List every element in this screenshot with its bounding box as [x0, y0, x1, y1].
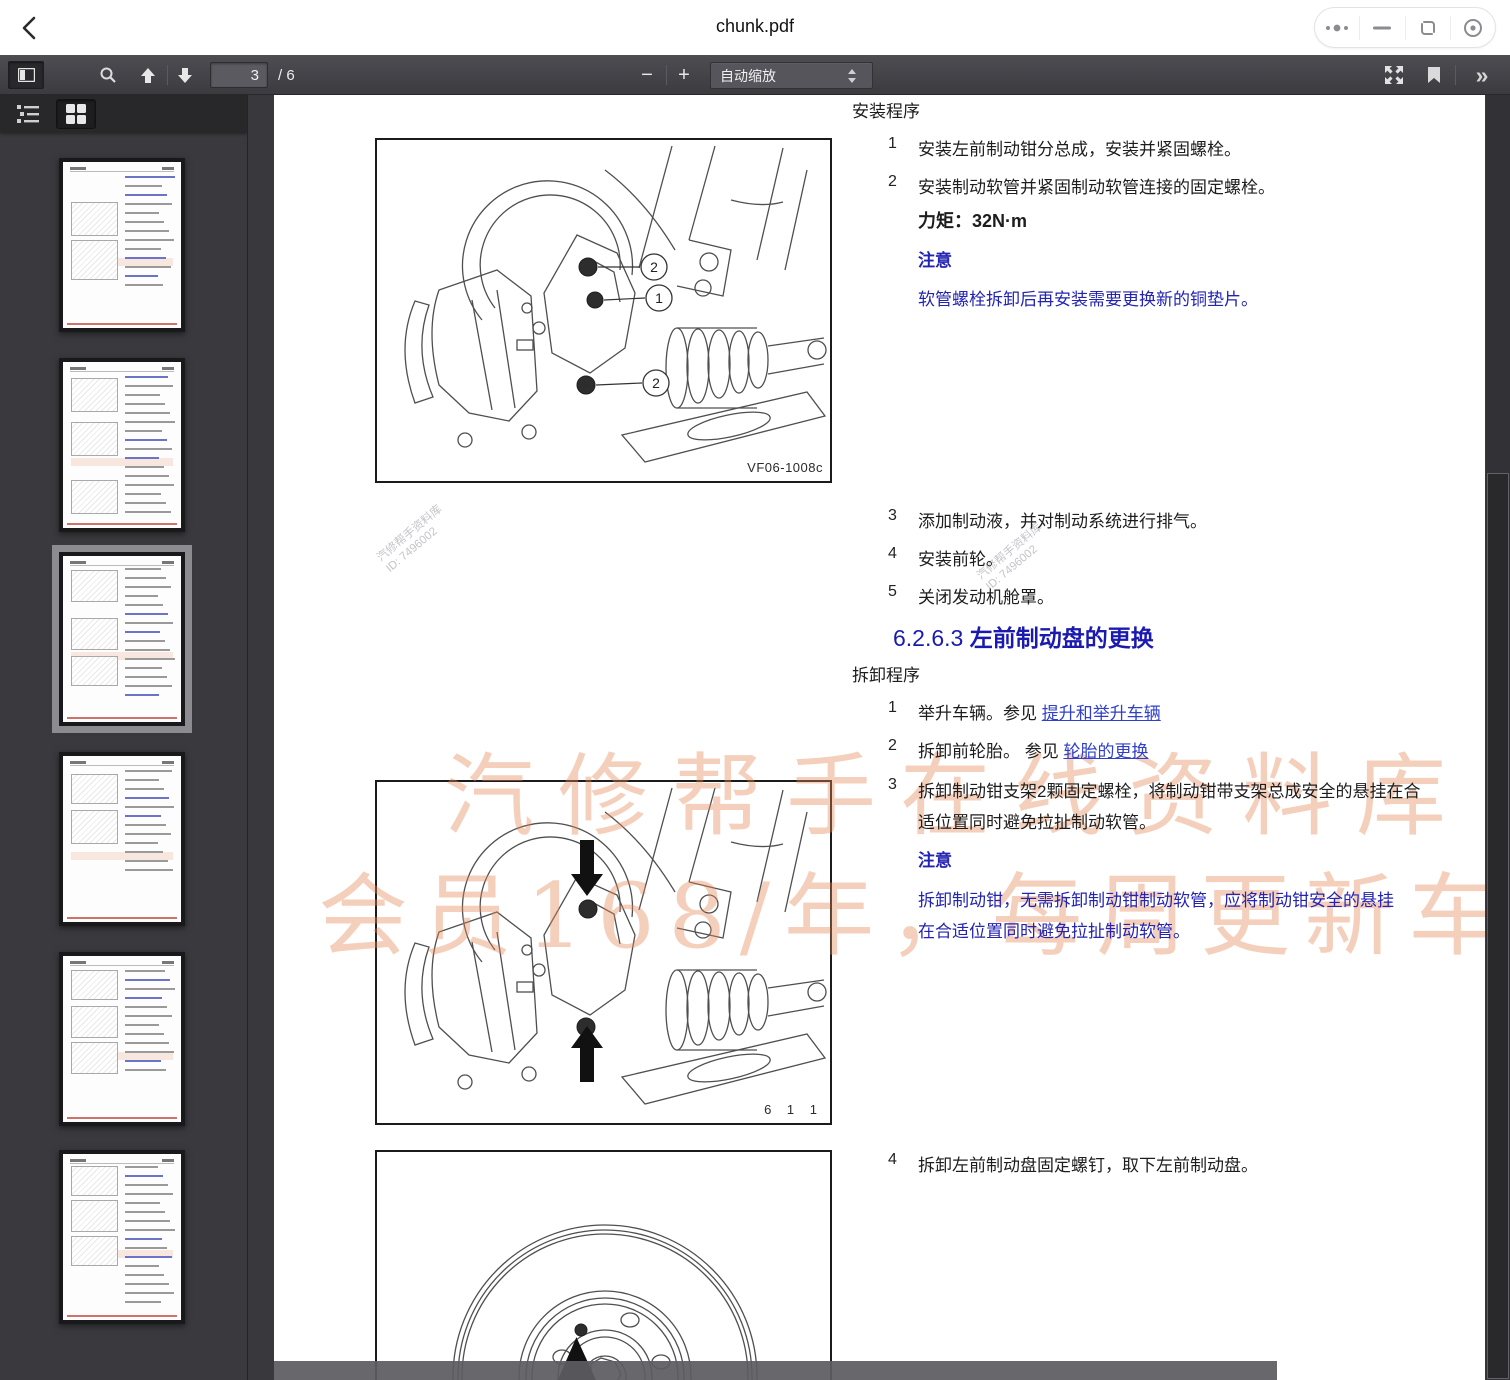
step-text: 拆卸左前制动盘固定螺钉，取下左前制动盘。	[918, 1151, 1258, 1176]
thumbnail-page-preview	[63, 1154, 181, 1320]
step-text: 添加制动液，并对制动系统进行排气。	[918, 507, 1207, 532]
bookmark-button[interactable]	[1420, 61, 1448, 89]
note-text: 拆卸制动钳，无需拆卸制动钳制动软管，应将制动钳安全的悬挂在合适位置同时避免拉扯制…	[918, 885, 1408, 947]
page-count-label: / 6	[278, 67, 295, 84]
divider	[1455, 65, 1456, 85]
install-section-title: 安装程序	[852, 97, 920, 122]
figure2-code: 6 1 1	[764, 1102, 823, 1117]
figure-brake-caliper-callouts: 2 1 2 VF06-1008c	[375, 138, 832, 483]
zoom-level-value: 自动缩放	[720, 66, 776, 86]
close-button[interactable]	[1451, 8, 1495, 47]
thumbnail-sidebar	[0, 95, 248, 1380]
thumbnail-page-preview	[63, 162, 181, 328]
figure-brake-disc	[375, 1150, 832, 1380]
step-text: 拆卸制动钳支架2颗固定螺栓，将制动钳带支架总成安全的悬挂在合适位置同时避免拉扯制…	[918, 776, 1426, 838]
step-number: 1	[888, 135, 897, 153]
note-text: 软管螺栓拆卸后再安装需要更换新的铜垫片。	[918, 285, 1258, 310]
sidebar-view-switcher	[0, 95, 247, 133]
secondary-toolbar-toggle[interactable]: »	[1464, 61, 1500, 89]
previous-page-button[interactable]	[133, 61, 163, 89]
note-title: 注意	[918, 246, 952, 271]
thumbnail-page-preview	[63, 556, 181, 722]
step-number: 3	[888, 507, 897, 525]
step-number: 4	[888, 545, 897, 563]
app-titlebar: chunk.pdf	[0, 0, 1510, 55]
thumbnail-page-5[interactable]	[59, 952, 185, 1126]
step-text: 关闭发动机舱罩。	[918, 583, 1054, 608]
link-tire-replacement[interactable]: 轮胎的更换	[1063, 742, 1148, 761]
figure-brake-caliper-arrows: 6 1 1	[375, 780, 832, 1125]
minimize-button[interactable]	[1360, 8, 1404, 47]
maximize-restore-button[interactable]	[1406, 8, 1450, 47]
watermark-id-stamp: 汽修帮手资料库ID: 7496002	[374, 502, 454, 575]
window-controls	[1314, 7, 1496, 48]
thumbnail-page-preview	[63, 956, 181, 1122]
note-title: 注意	[918, 846, 952, 871]
search-button[interactable]	[92, 61, 124, 89]
section-heading: 6.2.6.3 左前制动盘的更换	[893, 619, 1154, 653]
step-text: 安装左前制动钳分总成，安装并紧固螺栓。	[918, 135, 1241, 160]
zoom-out-button[interactable]: −	[634, 61, 660, 89]
step-text-pre: 举升车辆。参见	[918, 704, 1042, 723]
vertical-scrollbar-track[interactable]	[1486, 95, 1510, 1380]
thumbnail-page-3[interactable]	[59, 552, 185, 726]
pdf-toolbar: / 6 − + 自动缩放 »	[0, 55, 1510, 95]
callout-1: 1	[655, 290, 663, 306]
step-number: 1	[888, 699, 897, 717]
presentation-mode-button[interactable]	[1378, 61, 1410, 89]
thumbnail-page-preview	[63, 756, 181, 922]
callout-2: 2	[650, 259, 658, 275]
arrow-up-icon	[571, 1026, 603, 1082]
thumbnail-page-1[interactable]	[59, 158, 185, 332]
step-text: 安装前轮。	[918, 545, 1003, 570]
more-options-button[interactable]	[1315, 8, 1359, 47]
divider	[167, 65, 168, 85]
outline-view-button[interactable]	[8, 99, 48, 129]
removal-section-title: 拆卸程序	[852, 661, 920, 686]
zoom-level-select[interactable]: 自动缩放	[710, 62, 873, 89]
torque-spec: 力矩：32N·m	[918, 207, 1027, 233]
divider	[666, 65, 667, 85]
step-number: 2	[888, 737, 897, 755]
section-heading-number: 6.2.6.3	[893, 625, 963, 651]
step-number: 2	[888, 173, 897, 191]
thumbnail-view-button[interactable]	[56, 99, 96, 129]
step-text-pre: 拆卸前轮胎。 参见	[918, 742, 1063, 761]
step-number: 3	[888, 776, 897, 794]
step-number: 4	[888, 1151, 897, 1169]
pdf-page: 安装程序 1 安装左前制动钳分总成，安装并紧固螺栓。 2 安装制动软管并紧固制动…	[274, 95, 1485, 1380]
select-spinner-icon	[848, 69, 856, 83]
step-text: 安装制动软管并紧固制动软管连接的固定螺栓。	[918, 173, 1275, 198]
page-number-input[interactable]	[210, 62, 268, 88]
step-text: 举升车辆。参见 提升和举升车辆	[918, 699, 1161, 724]
horizontal-scrollbar-thumb[interactable]	[274, 1361, 1277, 1380]
vertical-scrollbar-thumb[interactable]	[1487, 473, 1509, 1379]
next-page-button[interactable]	[170, 61, 200, 89]
arrow-down-icon	[571, 840, 603, 896]
step-text: 拆卸前轮胎。 参见 轮胎的更换	[918, 737, 1148, 762]
thumbnail-page-2[interactable]	[59, 358, 185, 532]
thumbnail-page-4[interactable]	[59, 752, 185, 926]
step-number: 5	[888, 583, 897, 601]
figure1-code: VF06-1008c	[747, 460, 823, 475]
window-title: chunk.pdf	[0, 16, 1510, 37]
pdf-viewer-area: 安装程序 1 安装左前制动钳分总成，安装并紧固螺栓。 2 安装制动软管并紧固制动…	[248, 95, 1510, 1380]
link-lift-vehicle[interactable]: 提升和举升车辆	[1042, 704, 1161, 723]
callout-2b: 2	[652, 375, 660, 391]
section-heading-title: 左前制动盘的更换	[970, 625, 1154, 651]
sidebar-toggle-button[interactable]	[8, 61, 44, 89]
thumbnail-page-6[interactable]	[59, 1150, 185, 1324]
thumbnail-page-preview	[63, 362, 181, 528]
zoom-in-button[interactable]: +	[671, 61, 697, 89]
